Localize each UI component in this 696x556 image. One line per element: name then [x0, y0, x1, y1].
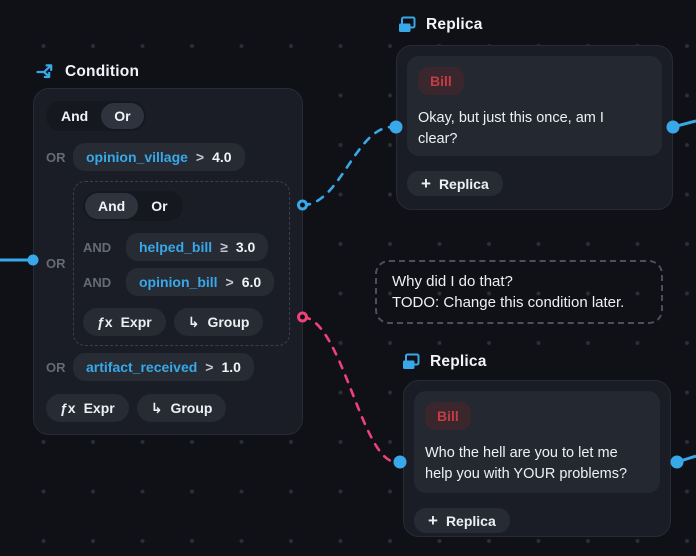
chip-value: 3.0 [236, 239, 255, 255]
toggle-option-or[interactable]: Or [138, 193, 180, 219]
condition-chip-artifact-received[interactable]: artifact_received > 1.0 [73, 353, 254, 381]
add-replica-label: Replica [439, 176, 489, 192]
row-label: AND [83, 240, 126, 255]
plus-icon: + [428, 512, 438, 529]
toggle-option-and[interactable]: And [85, 193, 138, 219]
wire-replica1-output[interactable] [673, 121, 696, 127]
character-badge[interactable]: Bill [418, 67, 464, 95]
toggle-option-and[interactable]: And [48, 103, 101, 129]
condition-chip-helped-bill[interactable]: helped_bill ≥ 3.0 [126, 233, 268, 261]
group-mode-toggle: And Or [83, 191, 183, 221]
condition-nested-group[interactable]: And Or AND helped_bill ≥ 3.0 AND opinion… [73, 181, 290, 346]
comment-line-1: Why did I do that? [392, 271, 646, 292]
add-replica-label: Replica [446, 513, 496, 529]
chip-operator: > [205, 359, 213, 375]
condition-group-row: OR And Or AND helped_bill ≥ 3.0 AND [46, 181, 290, 346]
replica1-text[interactable]: Okay, but just this once, am I clear? [418, 108, 646, 149]
chip-variable: artifact_received [86, 359, 197, 375]
group-add-expr-button[interactable]: ƒx Expr [83, 308, 166, 336]
wire-condition-to-replica2[interactable] [303, 317, 396, 462]
chip-variable: opinion_village [86, 149, 188, 165]
replica2-text[interactable]: Who the hell are you to let me help you … [425, 443, 649, 484]
group-button-label: Group [170, 400, 212, 416]
group-arrow-icon: ↳ [188, 314, 200, 331]
fx-icon: ƒx [97, 314, 113, 330]
condition-row-artifact: OR artifact_received > 1.0 [46, 353, 290, 381]
replica2-node-header[interactable]: Replica [402, 353, 487, 371]
replica2-node-title: Replica [430, 353, 487, 371]
chip-value: 1.0 [221, 359, 240, 375]
plus-icon: + [421, 175, 431, 192]
node-editor-canvas[interactable]: Condition And Or OR opinion_village > 4.… [0, 0, 696, 556]
condition-add-expr-button[interactable]: ƒx Expr [46, 394, 129, 422]
chip-operator: > [226, 274, 234, 290]
replica2-output-port[interactable] [671, 456, 684, 469]
character-badge[interactable]: Bill [425, 402, 471, 430]
replica2-node[interactable]: Bill Who the hell are you to let me help… [403, 380, 671, 537]
condition-row-village: OR opinion_village > 4.0 [46, 143, 290, 171]
wire-replica2-output[interactable] [677, 456, 696, 462]
chip-operator: > [196, 149, 204, 165]
row-label: OR [46, 360, 73, 375]
chip-value: 4.0 [212, 149, 231, 165]
group-row-opinion-bill: AND opinion_bill > 6.0 [83, 268, 280, 296]
replica1-node[interactable]: Bill Okay, but just this once, am I clea… [396, 45, 673, 210]
condition-chip-opinion-village[interactable]: opinion_village > 4.0 [73, 143, 245, 171]
replica1-message[interactable]: Bill Okay, but just this once, am I clea… [407, 56, 662, 156]
group-button-label: Group [207, 314, 249, 330]
condition-node-title: Condition [65, 63, 139, 81]
replica1-add-replica-button[interactable]: + Replica [407, 171, 503, 196]
condition-add-group-button[interactable]: ↳ Group [137, 394, 227, 422]
replica2-message[interactable]: Bill Who the hell are you to let me help… [414, 391, 660, 493]
row-label: OR [46, 150, 73, 165]
replica1-node-title: Replica [426, 16, 483, 34]
expr-button-label: Expr [121, 314, 152, 330]
condition-mode-toggle: And Or [46, 101, 146, 131]
condition-node[interactable]: And Or OR opinion_village > 4.0 OR And O… [33, 88, 303, 435]
replica-icon [398, 16, 416, 34]
chip-variable: opinion_bill [139, 274, 218, 290]
row-label: OR [46, 256, 73, 271]
comment-note[interactable]: Why did I do that? TODO: Change this con… [375, 260, 663, 324]
comment-line-2: TODO: Change this condition later. [392, 292, 646, 313]
replica1-node-header[interactable]: Replica [398, 16, 483, 34]
chip-value: 6.0 [242, 274, 261, 290]
group-add-group-button[interactable]: ↳ Group [174, 308, 264, 336]
group-arrow-icon: ↳ [151, 400, 163, 417]
condition-node-header[interactable]: Condition [36, 62, 139, 81]
branch-icon [36, 62, 55, 81]
replica-icon [402, 353, 420, 371]
expr-button-label: Expr [84, 400, 115, 416]
group-row-helped-bill: AND helped_bill ≥ 3.0 [83, 233, 280, 261]
replica2-add-replica-button[interactable]: + Replica [414, 508, 510, 533]
wire-condition-to-replica1[interactable] [303, 127, 392, 205]
chip-variable: helped_bill [139, 239, 212, 255]
chip-operator: ≥ [220, 239, 228, 255]
fx-icon: ƒx [60, 400, 76, 416]
condition-chip-opinion-bill[interactable]: opinion_bill > 6.0 [126, 268, 274, 296]
row-label: AND [83, 275, 126, 290]
toggle-option-or[interactable]: Or [101, 103, 143, 129]
